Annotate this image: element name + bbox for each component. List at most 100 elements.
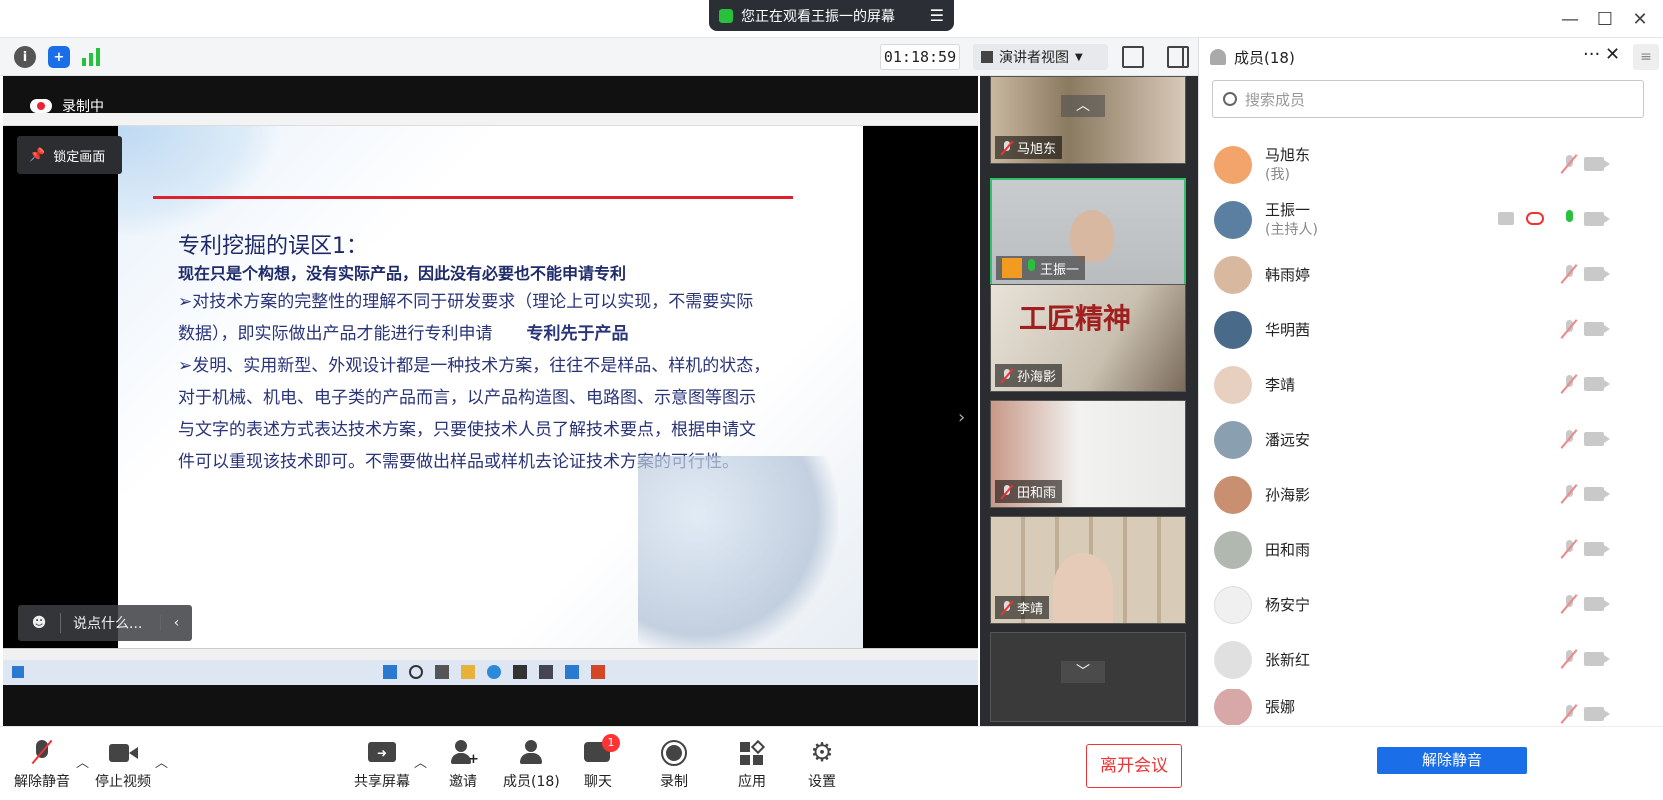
share-options-chevron-icon[interactable]: ︿ bbox=[414, 752, 427, 771]
start-icon[interactable] bbox=[12, 666, 24, 678]
chat-placeholder[interactable]: 说点什么... bbox=[60, 613, 160, 633]
signal-icon[interactable] bbox=[82, 48, 102, 66]
video-off-icon[interactable] bbox=[1584, 377, 1610, 391]
fullscreen-icon[interactable] bbox=[1122, 46, 1144, 68]
record-button[interactable]: 录制 bbox=[660, 740, 688, 791]
video-off-icon[interactable] bbox=[1584, 487, 1610, 501]
meeting-app-icon[interactable] bbox=[565, 665, 579, 679]
chat-input-bar[interactable]: ☻ 说点什么... ‹ bbox=[18, 605, 192, 641]
mic-muted-icon[interactable] bbox=[1564, 155, 1574, 173]
members-icon bbox=[517, 740, 545, 766]
member-row[interactable]: 李靖 bbox=[1214, 359, 1644, 411]
video-off-icon[interactable] bbox=[1584, 322, 1610, 336]
video-off-icon[interactable] bbox=[1584, 707, 1610, 721]
collapse-chevron-icon[interactable]: ‹ bbox=[160, 615, 192, 631]
emoji-icon[interactable]: ☻ bbox=[18, 615, 60, 631]
mic-muted-icon[interactable] bbox=[1564, 540, 1574, 558]
more-options-icon[interactable]: ··· bbox=[1583, 44, 1600, 65]
mic-muted-icon[interactable] bbox=[1564, 705, 1574, 723]
screen-share-notice[interactable]: 您正在观看王振一的屏幕 ☰ bbox=[709, 0, 954, 31]
store-icon[interactable] bbox=[513, 665, 527, 679]
close-window-icon[interactable]: ✕ bbox=[1625, 4, 1655, 34]
mic-muted-icon[interactable] bbox=[1564, 650, 1574, 668]
settings-button[interactable]: ⚙ 设置 bbox=[808, 740, 836, 791]
maximize-icon[interactable]: ☐ bbox=[1590, 4, 1620, 34]
video-tile[interactable]: 工匠精神 孙海影 bbox=[990, 284, 1186, 392]
member-row[interactable]: 王振一 (主持人) bbox=[1214, 194, 1644, 246]
video-off-icon[interactable] bbox=[1584, 597, 1610, 611]
video-off-icon[interactable] bbox=[1584, 212, 1610, 226]
scroll-up-chevron-icon[interactable]: ︿ bbox=[1061, 95, 1105, 117]
security-shield-icon[interactable]: + bbox=[48, 46, 70, 68]
view-mode-dropdown[interactable]: 演讲者视图 ▼ bbox=[973, 44, 1108, 70]
slide-canvas: 专利挖掘的误区1： 现在只是个构想，没有实际产品，因此没有必要也不能申请专利 ➢… bbox=[118, 126, 863, 666]
member-row[interactable]: 張娜 bbox=[1214, 689, 1644, 725]
apps-label: 应用 bbox=[738, 774, 766, 790]
video-tile[interactable]: ︿ 马旭东 bbox=[990, 76, 1186, 164]
chat-button[interactable]: 1 聊天 bbox=[584, 734, 620, 791]
minimize-icon[interactable]: — bbox=[1555, 4, 1585, 34]
sidebar-toggle-icon[interactable] bbox=[1167, 46, 1189, 68]
apps-grid-icon bbox=[738, 739, 766, 766]
mic-muted-icon[interactable] bbox=[1564, 265, 1574, 283]
member-row[interactable]: 杨安宁 bbox=[1214, 579, 1644, 631]
video-tile[interactable]: 李靖 bbox=[990, 516, 1186, 624]
share-screen-button[interactable]: ➜ 共享屏幕 bbox=[354, 740, 410, 791]
avatar bbox=[1214, 311, 1252, 349]
panel-menu-icon[interactable]: ≡ bbox=[1633, 44, 1659, 70]
mic-muted-icon[interactable] bbox=[1564, 320, 1574, 338]
member-row[interactable]: 马旭东 (我) bbox=[1214, 139, 1644, 191]
invite-button[interactable]: + 邀请 bbox=[449, 740, 479, 791]
mic-muted-icon[interactable] bbox=[1564, 375, 1574, 393]
video-off-icon[interactable] bbox=[1584, 157, 1610, 171]
slide-text-line: 对于机械、机电、电子类的产品而言，以产品构造图、电路图、示意图等图示 bbox=[178, 388, 756, 408]
members-button[interactable]: 成员(18) bbox=[503, 740, 560, 791]
list-icon[interactable]: ☰ bbox=[930, 6, 944, 25]
video-tile[interactable]: ﹀ bbox=[990, 632, 1186, 722]
lock-screen-button[interactable]: 📌 锁定画面 bbox=[17, 136, 122, 174]
mic-muted-icon[interactable] bbox=[1564, 595, 1574, 613]
video-off-icon[interactable] bbox=[1584, 652, 1610, 666]
edge-icon[interactable] bbox=[487, 665, 501, 679]
folder-icon[interactable] bbox=[461, 665, 475, 679]
mic-muted-icon[interactable] bbox=[1564, 430, 1574, 448]
avatar bbox=[1214, 146, 1252, 184]
member-row[interactable]: 华明茜 bbox=[1214, 304, 1644, 356]
search-icon[interactable] bbox=[409, 665, 423, 679]
member-row[interactable]: 韩雨婷 bbox=[1214, 249, 1644, 301]
unmute-button[interactable]: 解除静音 bbox=[14, 739, 70, 791]
app-icon[interactable] bbox=[539, 665, 553, 679]
meeting-timer: 01:18:59 bbox=[880, 44, 960, 70]
gear-icon: ⚙ bbox=[810, 738, 834, 768]
powerpoint-icon[interactable] bbox=[591, 665, 605, 679]
video-tile[interactable]: 田和雨 bbox=[990, 400, 1186, 508]
taskview-icon[interactable] bbox=[435, 665, 449, 679]
close-panel-icon[interactable]: ✕ bbox=[1605, 44, 1620, 65]
expand-strip-chevron-icon[interactable]: › bbox=[958, 407, 965, 428]
audio-options-chevron-icon[interactable]: ︿ bbox=[76, 752, 89, 771]
apps-button[interactable]: 应用 bbox=[738, 739, 766, 791]
video-options-chevron-icon[interactable]: ︿ bbox=[155, 752, 168, 771]
member-row[interactable]: 张新红 bbox=[1214, 634, 1644, 686]
video-tile-active-speaker[interactable]: 王振一 bbox=[990, 178, 1186, 286]
member-search-input[interactable]: 搜索成员 bbox=[1212, 80, 1644, 118]
unmute-all-button[interactable]: 解除静音 bbox=[1377, 747, 1527, 774]
avatar bbox=[1214, 201, 1252, 239]
mic-muted-icon[interactable] bbox=[1564, 485, 1574, 503]
info-icon[interactable]: i bbox=[14, 46, 36, 68]
stop-video-button[interactable]: 停止视频 bbox=[95, 740, 151, 791]
slide-text-line: 与文字的表述方式表达技术方案，只要使技术人员了解技术要点，根据申请文 bbox=[178, 420, 756, 440]
video-off-icon[interactable] bbox=[1584, 267, 1610, 281]
mic-status-icon bbox=[719, 8, 733, 23]
scroll-down-chevron-icon[interactable]: ﹀ bbox=[1061, 661, 1105, 683]
search-icon bbox=[1223, 92, 1237, 106]
member-row[interactable]: 潘远安 bbox=[1214, 414, 1644, 466]
video-off-icon[interactable] bbox=[1584, 432, 1610, 446]
slide-text-line: 数据），即实际做出产品才能进行专利申请 bbox=[178, 324, 493, 344]
video-off-icon[interactable] bbox=[1584, 542, 1610, 556]
leave-meeting-button[interactable]: 离开会议 bbox=[1086, 744, 1182, 788]
member-row[interactable]: 田和雨 bbox=[1214, 524, 1644, 576]
member-row[interactable]: 孙海影 bbox=[1214, 469, 1644, 521]
windows-icon[interactable] bbox=[383, 665, 397, 679]
mic-active-icon[interactable] bbox=[1564, 210, 1574, 228]
